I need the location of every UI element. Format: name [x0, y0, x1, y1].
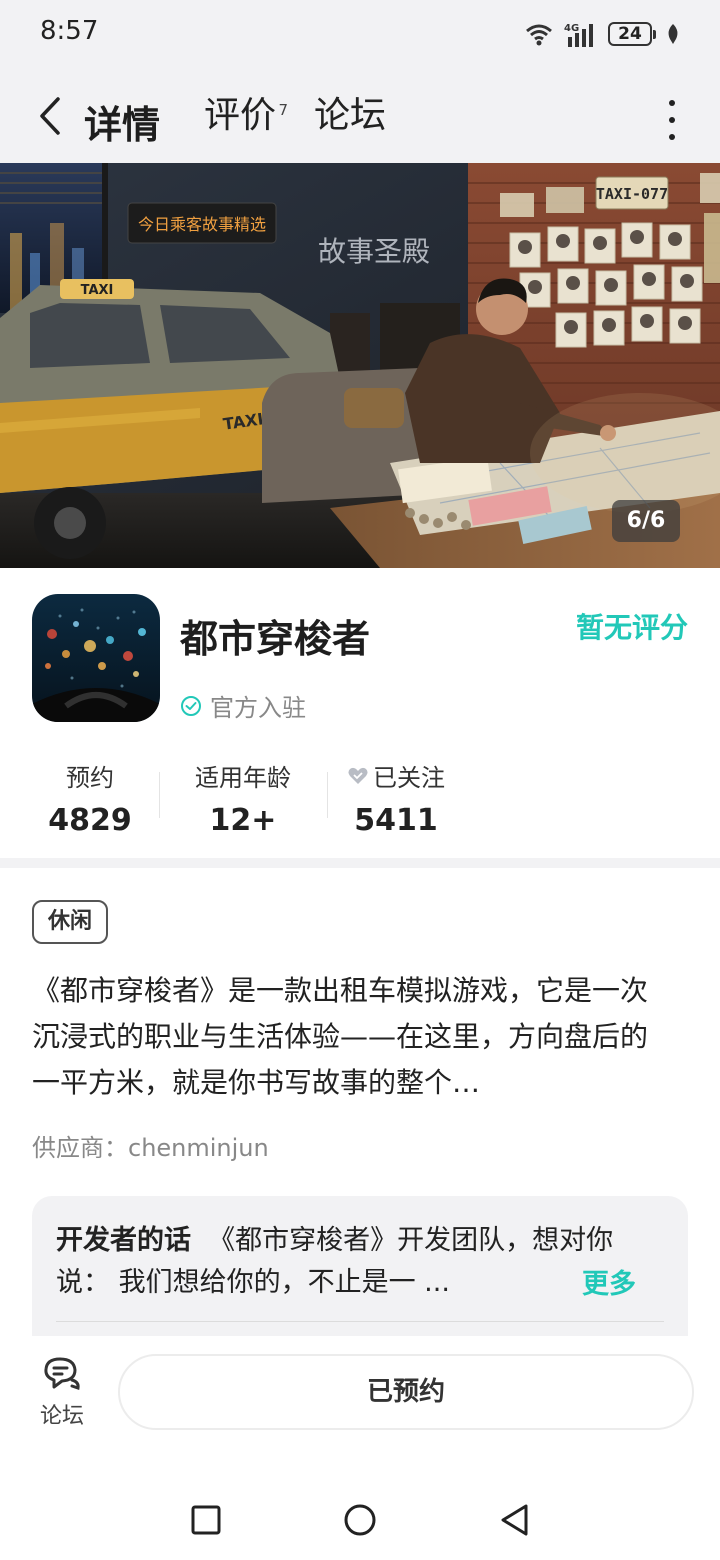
- app-detail-page: 8:57 4G 24 详情 评价 7 论坛 TAXI-077 今日乘客故事精选 …: [0, 0, 720, 1560]
- developer-note-text: 开发者的话 《都市穿梭者》开发团队，想对你说： 我们想给你的，不止是一 ...: [56, 1220, 646, 1304]
- stat-value: 4829: [48, 803, 132, 837]
- tab-forum-label: 论坛: [314, 95, 387, 136]
- status-icons: 4G 24: [524, 20, 680, 48]
- supplier-text: 供应商：chenminjun: [32, 1134, 269, 1162]
- app-name: 都市穿梭者: [180, 617, 371, 661]
- reserved-button[interactable]: 已预约: [118, 1354, 694, 1430]
- tab-detail-label: 详情: [84, 103, 161, 147]
- wifi-icon: [526, 24, 552, 46]
- stat-age-rating: 适用年龄 12+: [178, 758, 308, 837]
- circle-icon: [344, 1504, 376, 1536]
- stat-divider: [159, 772, 160, 818]
- status-time: 8:57: [40, 16, 99, 46]
- neon-sign-text: 今日乘客故事精选: [138, 215, 266, 234]
- system-nav-bar: [0, 1480, 720, 1560]
- stat-followers[interactable]: 已关注 5411: [340, 758, 452, 837]
- section-divider: [0, 858, 720, 868]
- forum-button[interactable]: 论坛: [30, 1356, 94, 1430]
- stats-row: 预约 4829 适用年龄 12+ 已关注 5411: [0, 758, 720, 838]
- more-link[interactable]: 更多: [576, 1262, 636, 1301]
- bottom-action-bar: 论坛 已预约: [0, 1336, 720, 1446]
- signal-icon: 4G: [564, 23, 593, 47]
- recent-apps-button[interactable]: [186, 1500, 226, 1540]
- app-icon-art: [32, 594, 160, 722]
- forum-chat-icon: [44, 1357, 80, 1390]
- back-button[interactable]: [28, 92, 72, 140]
- more-vertical-icon[interactable]: [662, 100, 682, 140]
- network-label: 4G: [564, 23, 579, 34]
- status-bar: 8:57 4G 24: [0, 0, 720, 70]
- triangle-back-icon: [501, 1504, 528, 1536]
- tab-reviews-label: 评价: [204, 95, 277, 136]
- stat-label-text: 已关注: [373, 764, 445, 792]
- stat-reservations: 预约 4829: [40, 758, 140, 837]
- stat-label: 已关注: [340, 758, 452, 793]
- battery-level: 24: [608, 22, 652, 46]
- wall-text: 故事圣殿: [318, 235, 430, 268]
- leaf-icon: [668, 24, 678, 44]
- official-badge: 官方入驻: [180, 688, 306, 723]
- developer-note-card[interactable]: 开发者的话 《都市穿梭者》开发团队，想对你说： 我们想给你的，不止是一 ... …: [32, 1196, 688, 1336]
- tab-detail[interactable]: 详情: [80, 94, 165, 151]
- official-label: 官方入驻: [210, 694, 306, 722]
- roof-sign-text: TAXI: [81, 283, 114, 298]
- square-icon: [191, 1505, 221, 1535]
- home-button[interactable]: [340, 1500, 380, 1540]
- plate-text: TAXI-077: [596, 185, 668, 203]
- verified-check-icon: [181, 695, 201, 716]
- stat-divider: [327, 772, 328, 818]
- banner-page-counter: 6/6: [612, 500, 680, 542]
- stat-value: 12+: [209, 803, 277, 837]
- detail-header: 详情 评价 7 论坛: [0, 70, 720, 163]
- tab-reviews[interactable]: 评价 7: [204, 94, 288, 138]
- app-icon: [32, 594, 160, 722]
- battery-icon: 24: [608, 22, 656, 46]
- developer-note-title: 开发者的话: [56, 1225, 191, 1256]
- divider: [56, 1321, 664, 1322]
- back-arrow-icon: [40, 97, 60, 135]
- screenshot-banner[interactable]: TAXI-077 今日乘客故事精选 故事圣殿 TAXI TAXI 6/6: [0, 163, 720, 568]
- game-description[interactable]: 《都市穿梭者》是一款出租车模拟游戏，它是一次沉浸式的职业与生活体验——在这里，方…: [32, 968, 672, 1106]
- forum-label: 论坛: [39, 1404, 84, 1429]
- stat-label: 适用年龄: [195, 764, 291, 792]
- rating-text[interactable]: 暂无评分: [576, 606, 688, 646]
- review-count-badge: 7: [278, 101, 289, 119]
- system-back-button[interactable]: [494, 1500, 534, 1540]
- genre-tag[interactable]: 休闲: [32, 900, 109, 944]
- stat-label: 预约: [66, 764, 114, 792]
- tab-forum[interactable]: 论坛: [314, 94, 386, 138]
- stat-value: 5411: [354, 803, 438, 837]
- heart-icon: [348, 767, 368, 784]
